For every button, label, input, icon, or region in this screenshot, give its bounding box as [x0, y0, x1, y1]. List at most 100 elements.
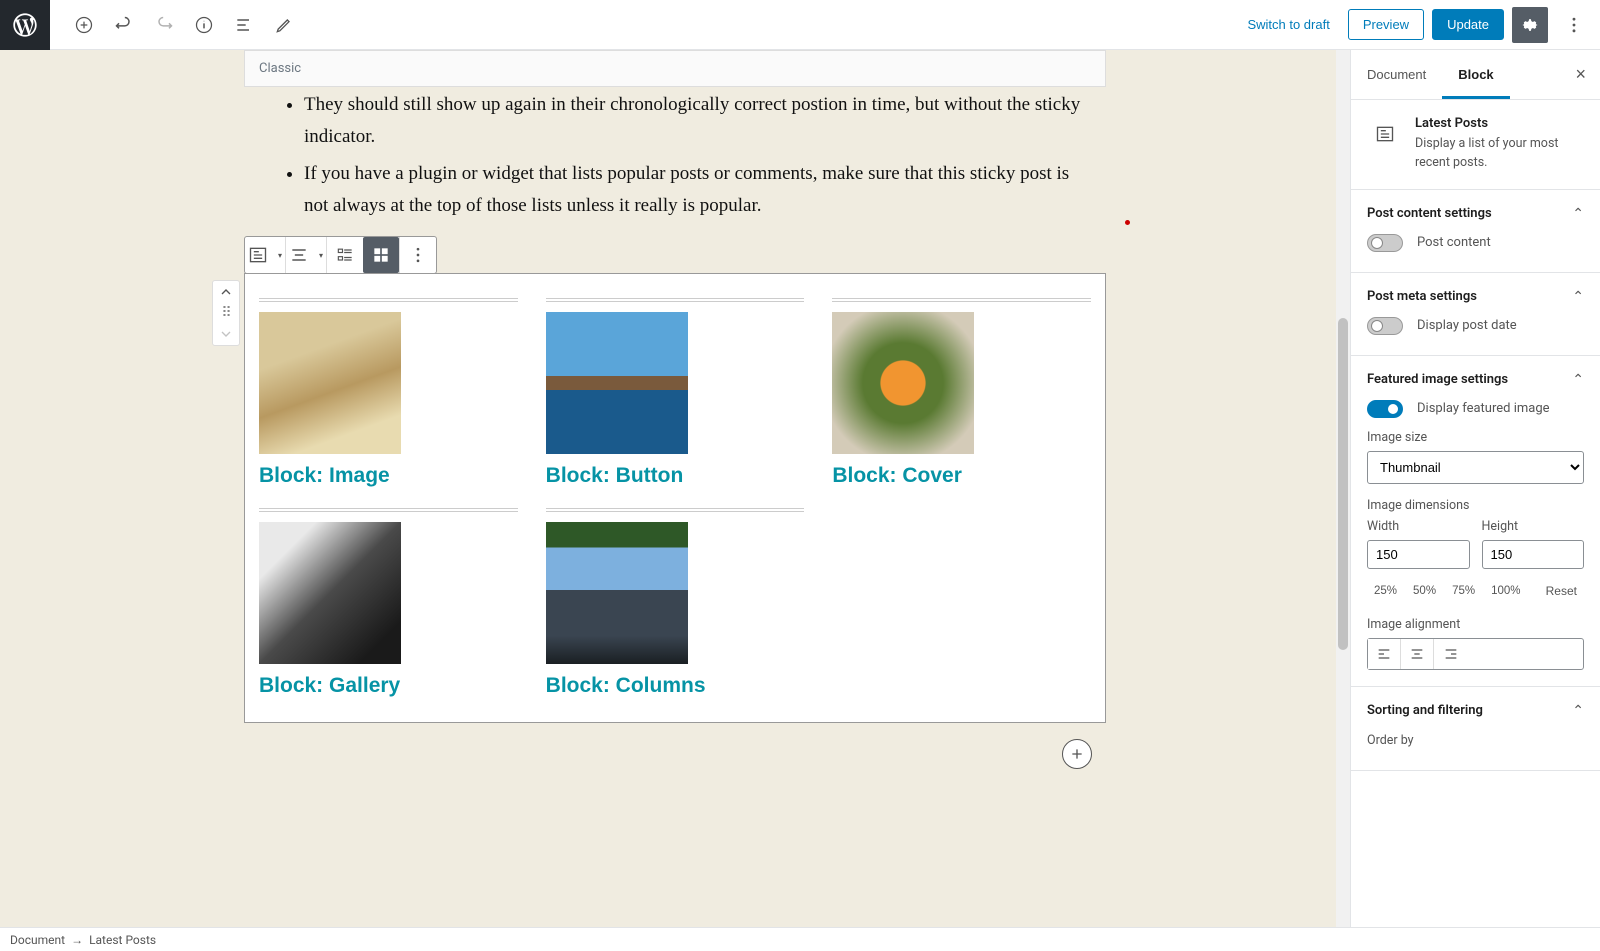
list-outline-icon: [234, 15, 254, 35]
block-movers: ⠿: [212, 280, 240, 346]
drag-handle-icon[interactable]: ⠿: [213, 303, 239, 323]
post-thumbnail: [546, 522, 688, 664]
post-title: Block: Button: [546, 464, 805, 488]
field-label: Image size: [1367, 430, 1584, 445]
width-input[interactable]: [1367, 540, 1470, 569]
toggle-label: Display featured image: [1417, 401, 1550, 416]
settings-sidebar: Document Block × Latest Posts Display a …: [1350, 50, 1600, 927]
field-label: Width: [1367, 519, 1470, 534]
more-options-button[interactable]: [1556, 7, 1592, 43]
breadcrumb-item[interactable]: Latest Posts: [89, 933, 156, 947]
scrollbar[interactable]: [1336, 50, 1350, 927]
chevron-up-icon: [218, 284, 234, 300]
post-thumbnail: [259, 522, 401, 664]
post-thumbnail: [546, 312, 688, 454]
display-post-date-toggle[interactable]: [1367, 317, 1403, 335]
align-left-icon: [1376, 646, 1392, 662]
chevron-up-icon: ⌃: [1572, 206, 1584, 222]
panel-toggle-post-content[interactable]: Post content settings ⌃: [1367, 206, 1584, 222]
post-thumbnail: [259, 312, 401, 454]
tab-document[interactable]: Document: [1351, 50, 1442, 99]
gear-icon: [1520, 15, 1540, 35]
panel-toggle-featured-image[interactable]: Featured image settings ⌃: [1367, 372, 1584, 388]
display-featured-image-toggle[interactable]: [1367, 400, 1403, 418]
post-card[interactable]: Block: Columns: [546, 508, 805, 698]
edit-button[interactable]: [266, 7, 302, 43]
caret-down-icon: ▾: [278, 251, 282, 260]
post-title: Block: Image: [259, 464, 518, 488]
align-button[interactable]: ▾: [286, 237, 326, 273]
post-card[interactable]: Block: Image: [259, 298, 518, 488]
align-center-icon: [289, 245, 309, 265]
latest-posts-block[interactable]: Block: Image Block: Button Block: Cover: [244, 273, 1106, 723]
info-icon: [194, 15, 214, 35]
insert-block-button[interactable]: [1062, 739, 1092, 769]
post-card[interactable]: Block: Gallery: [259, 508, 518, 698]
toggle-label: Display post date: [1417, 318, 1517, 333]
chevron-up-icon: ⌃: [1572, 372, 1584, 388]
post-card[interactable]: Block: Button: [546, 298, 805, 488]
panel-title: Sorting and filtering: [1367, 703, 1483, 718]
plus-icon: [1069, 746, 1085, 762]
add-block-button[interactable]: [66, 7, 102, 43]
editor-canvas[interactable]: Classic They should still show up again …: [0, 50, 1350, 927]
pct-50-button[interactable]: 50%: [1406, 580, 1443, 602]
field-label: Order by: [1367, 733, 1584, 748]
info-button[interactable]: [186, 7, 222, 43]
close-sidebar-button[interactable]: ×: [1561, 50, 1600, 99]
move-down-button[interactable]: [213, 323, 239, 345]
align-right-button[interactable]: [1434, 639, 1467, 669]
block-name: Latest Posts: [1415, 116, 1584, 131]
list-item: If you have a plugin or widget that list…: [304, 158, 1082, 223]
list-view-icon: [335, 245, 355, 265]
switch-to-draft-button[interactable]: Switch to draft: [1237, 11, 1339, 38]
grid-view-button[interactable]: [363, 237, 399, 273]
post-thumbnail: [832, 312, 974, 454]
preview-button[interactable]: Preview: [1348, 9, 1424, 40]
wordpress-logo-icon[interactable]: [0, 0, 50, 50]
update-button[interactable]: Update: [1432, 9, 1504, 40]
block-type-button[interactable]: ▾: [245, 237, 285, 273]
toggle-label: Post content: [1417, 235, 1491, 250]
kebab-icon: [1564, 15, 1584, 35]
outline-button[interactable]: [226, 7, 262, 43]
cursor-indicator: [1125, 220, 1130, 225]
image-size-select[interactable]: Thumbnail: [1367, 451, 1584, 484]
chevron-up-icon: ⌃: [1572, 289, 1584, 305]
post-card[interactable]: Block: Cover: [832, 298, 1091, 488]
redo-button[interactable]: [146, 7, 182, 43]
field-label: Image dimensions: [1367, 498, 1584, 513]
panel-title: Post content settings: [1367, 206, 1492, 221]
latest-posts-icon: [1367, 116, 1403, 152]
post-content-toggle[interactable]: [1367, 234, 1403, 252]
pct-100-button[interactable]: 100%: [1484, 580, 1527, 602]
reset-button[interactable]: Reset: [1539, 579, 1584, 603]
align-left-button[interactable]: [1368, 639, 1401, 669]
move-up-button[interactable]: [213, 281, 239, 303]
redo-icon: [154, 15, 174, 35]
pencil-icon: [274, 15, 294, 35]
panel-title: Post meta settings: [1367, 289, 1477, 304]
pct-25-button[interactable]: 25%: [1367, 580, 1404, 602]
top-toolbar: Switch to draft Preview Update: [0, 0, 1600, 50]
panel-title: Featured image settings: [1367, 372, 1508, 387]
post-title: Block: Gallery: [259, 674, 518, 698]
classic-block-header[interactable]: Classic: [244, 50, 1106, 87]
panel-toggle-sorting[interactable]: Sorting and filtering ⌃: [1367, 703, 1584, 719]
breadcrumb-item[interactable]: Document: [10, 933, 65, 947]
breadcrumb: Document → Latest Posts: [0, 927, 1600, 951]
undo-button[interactable]: [106, 7, 142, 43]
settings-button[interactable]: [1512, 7, 1548, 43]
align-center-button[interactable]: [1401, 639, 1434, 669]
height-input[interactable]: [1482, 540, 1585, 569]
list-view-button[interactable]: [327, 237, 363, 273]
post-title: Block: Columns: [546, 674, 805, 698]
panel-toggle-post-meta[interactable]: Post meta settings ⌃: [1367, 289, 1584, 305]
field-label: Height: [1482, 519, 1585, 534]
undo-icon: [114, 15, 134, 35]
block-more-button[interactable]: [400, 237, 436, 273]
content-list[interactable]: They should still show up again in their…: [244, 87, 1106, 236]
tab-block[interactable]: Block: [1442, 50, 1509, 99]
caret-down-icon: ▾: [319, 251, 323, 260]
pct-75-button[interactable]: 75%: [1445, 580, 1482, 602]
